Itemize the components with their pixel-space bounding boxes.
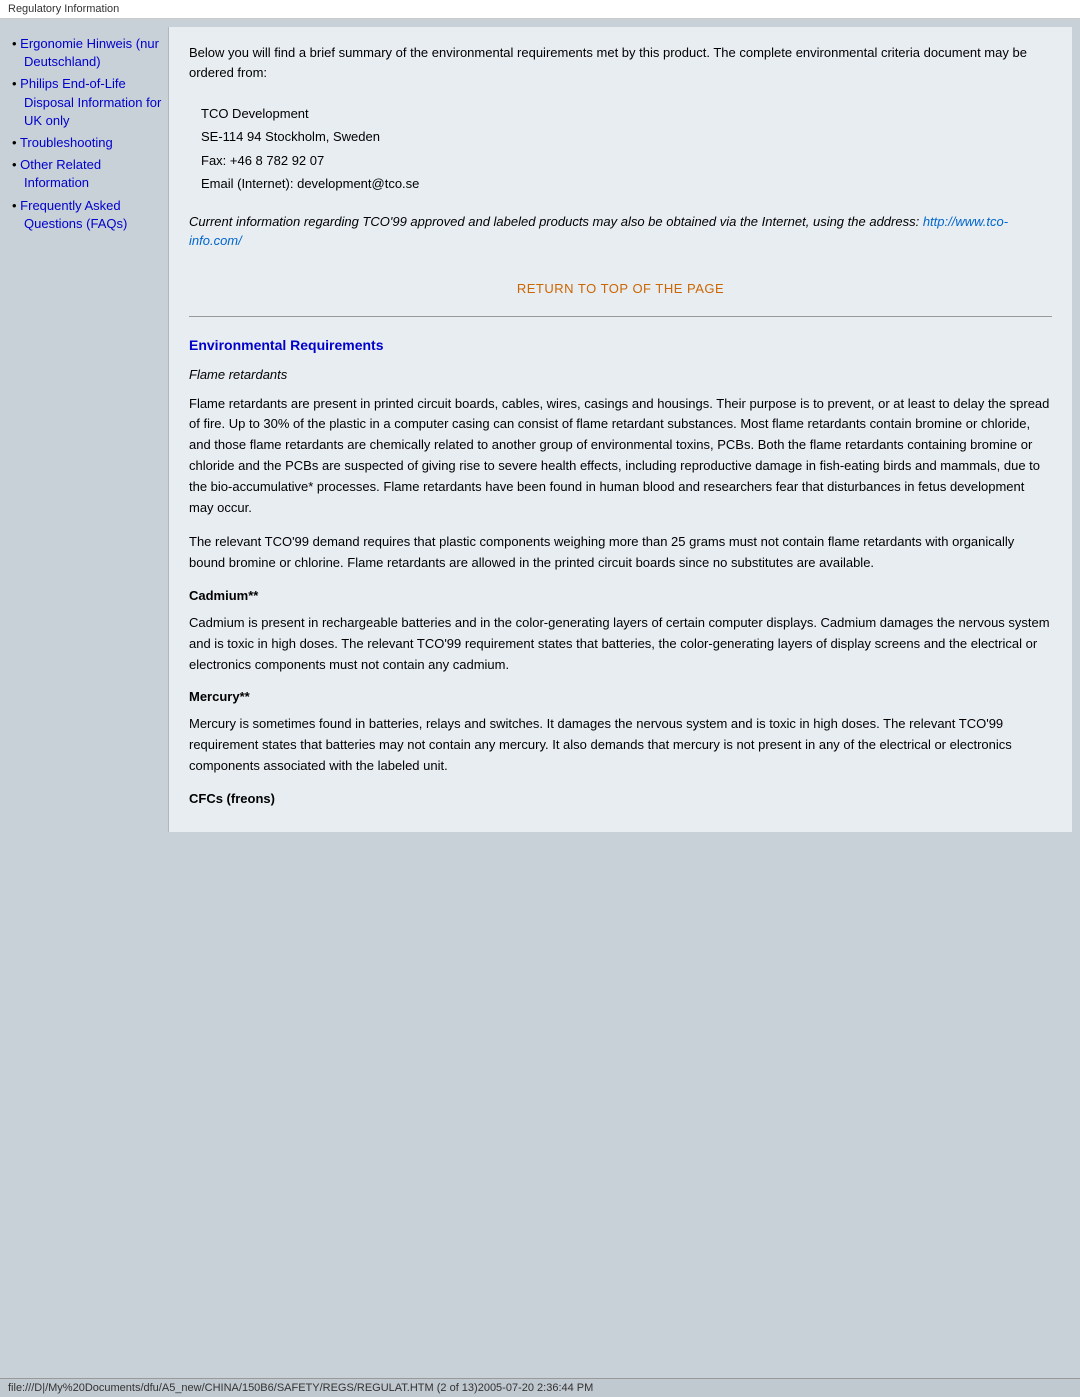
sidebar-link-ergonomie[interactable]: Ergonomie Hinweis (nur Deutschland) [20,36,159,69]
address-line1: TCO Development [201,102,1040,125]
sidebar-item-other-related[interactable]: Other Related Information [12,156,164,192]
flame-retardants-para1: Flame retardants are present in printed … [189,394,1052,519]
sidebar-link-philips-disposal[interactable]: Philips End-of-Life Disposal Information… [20,76,161,127]
env-section-title: Environmental Requirements [189,337,1052,353]
cfc-title: CFCs (freons) [189,791,1052,806]
environmental-section: Environmental Requirements Flame retarda… [189,337,1052,806]
return-to-top-link[interactable]: RETURN TO TOP OF THE PAGE [517,281,724,296]
title-bar: Regulatory Information [0,0,1080,19]
address-line2: SE-114 94 Stockholm, Sweden [201,125,1040,148]
status-bar: file:///D|/My%20Documents/dfu/A5_new/CHI… [0,1378,1080,1397]
sidebar-link-other-related[interactable]: Other Related Information [20,157,101,190]
mercury-title: Mercury** [189,689,1052,704]
sidebar-link-troubleshooting[interactable]: Troubleshooting [20,135,113,150]
sidebar: Ergonomie Hinweis (nur Deutschland) Phil… [8,27,168,832]
main-layout: Ergonomie Hinweis (nur Deutschland) Phil… [0,19,1080,840]
flame-retardants-para2: The relevant TCO'99 demand requires that… [189,532,1052,574]
return-to-top-container: RETURN TO TOP OF THE PAGE [189,281,1052,296]
sidebar-item-ergonomie[interactable]: Ergonomie Hinweis (nur Deutschland) [12,35,164,71]
cadmium-para: Cadmium is present in rechargeable batte… [189,613,1052,675]
address-line3: Fax: +46 8 782 92 07 [201,149,1040,172]
intro-paragraph: Below you will find a brief summary of t… [189,43,1052,82]
flame-retardants-subtitle: Flame retardants [189,367,1052,382]
sidebar-nav: Ergonomie Hinweis (nur Deutschland) Phil… [12,35,164,233]
cadmium-title: Cadmium** [189,588,1052,603]
status-bar-text: file:///D|/My%20Documents/dfu/A5_new/CHI… [8,1382,593,1394]
mercury-para: Mercury is sometimes found in batteries,… [189,714,1052,776]
main-content: Below you will find a brief summary of t… [168,27,1072,832]
italic-note: Current information regarding TCO'99 app… [189,212,1052,251]
sidebar-item-troubleshooting[interactable]: Troubleshooting [12,134,164,152]
address-line4: Email (Internet): development@tco.se [201,172,1040,195]
italic-note-text: Current information regarding TCO'99 app… [189,214,923,229]
address-block: TCO Development SE-114 94 Stockholm, Swe… [189,98,1052,200]
section-divider [189,316,1052,317]
sidebar-item-philips-disposal[interactable]: Philips End-of-Life Disposal Information… [12,75,164,130]
sidebar-link-faqs[interactable]: Frequently Asked Questions (FAQs) [20,198,127,231]
sidebar-item-faqs[interactable]: Frequently Asked Questions (FAQs) [12,197,164,233]
title-text: Regulatory Information [8,3,119,15]
